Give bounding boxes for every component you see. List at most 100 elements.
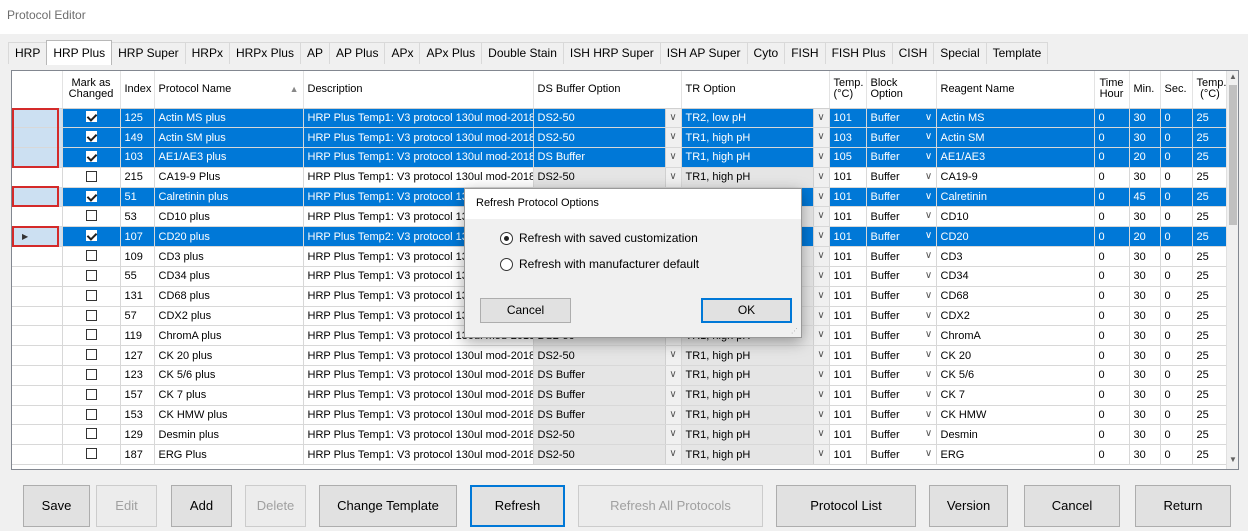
chevron-down-icon[interactable]: ∨	[922, 128, 936, 146]
tr-option-combo[interactable]: TR1, high pH ∨	[681, 127, 830, 149]
mark-changed-checkbox[interactable]	[62, 147, 121, 168]
chevron-down-icon[interactable]: ∨	[664, 385, 680, 405]
protocol-name-cell[interactable]: AE1/AE3 plus	[154, 147, 304, 168]
tab-special[interactable]: Special	[933, 42, 987, 64]
checkbox-icon[interactable]	[85, 131, 97, 143]
reagent-name-cell[interactable]: CK 20	[936, 345, 1095, 367]
time-hour-cell[interactable]: 0	[1094, 246, 1130, 268]
min-cell[interactable]: 45	[1129, 187, 1161, 208]
reagent-name-cell[interactable]: AE1/AE3	[936, 147, 1095, 168]
tab-fish-plus[interactable]: FISH Plus	[824, 42, 893, 64]
protocol-list-button[interactable]: Protocol List	[776, 485, 916, 527]
temp-2-cell[interactable]: 25	[1192, 405, 1229, 426]
refresh-all-protocols-button[interactable]: Refresh All Protocols	[578, 485, 763, 527]
temp-cell[interactable]: 101	[829, 206, 867, 228]
temp-cell[interactable]: 101	[829, 187, 867, 208]
sec-cell[interactable]: 0	[1160, 405, 1193, 426]
time-hour-cell[interactable]: 0	[1094, 444, 1130, 466]
col-sec[interactable]: Sec.	[1160, 71, 1193, 109]
col-description[interactable]: Description	[303, 71, 534, 109]
block-option-combo[interactable]: Buffer ∨	[866, 306, 937, 327]
version-button[interactable]: Version	[929, 485, 1008, 527]
protocol-name-cell[interactable]: CDX2 plus	[154, 306, 304, 327]
time-hour-cell[interactable]: 0	[1094, 345, 1130, 367]
row-header[interactable]	[12, 167, 63, 188]
row-header[interactable]	[12, 365, 63, 386]
temp-2-cell[interactable]: 25	[1192, 206, 1229, 228]
temp-2-cell[interactable]: 25	[1192, 108, 1229, 129]
temp-cell[interactable]: 101	[829, 325, 867, 347]
ds-buffer-combo[interactable]: DS2-50 ∨	[533, 127, 682, 149]
min-cell[interactable]: 30	[1129, 325, 1161, 347]
chevron-down-icon[interactable]: ∨	[922, 366, 936, 384]
block-option-combo[interactable]: Buffer ∨	[866, 167, 937, 188]
chevron-down-icon[interactable]: ∨	[922, 326, 936, 344]
tr-option-combo[interactable]: TR1, high pH ∨	[681, 424, 830, 446]
description-cell[interactable]: HRP Plus Temp1: V3 protocol 130ul mod-20…	[303, 167, 534, 188]
sec-cell[interactable]: 0	[1160, 108, 1193, 129]
temp-2-cell[interactable]: 25	[1192, 385, 1229, 406]
checkbox-icon[interactable]	[85, 428, 97, 440]
reagent-name-cell[interactable]: CD10	[936, 206, 1095, 228]
return-button[interactable]: Return	[1135, 485, 1231, 527]
delete-button[interactable]: Delete	[245, 485, 306, 527]
time-hour-cell[interactable]: 0	[1094, 187, 1130, 208]
tr-option-combo[interactable]: TR1, high pH ∨	[681, 345, 830, 367]
min-cell[interactable]: 30	[1129, 167, 1161, 188]
checkbox-icon[interactable]	[85, 111, 97, 123]
time-hour-cell[interactable]: 0	[1094, 147, 1130, 168]
chevron-down-icon[interactable]: ∨	[922, 346, 936, 364]
tab-double-stain[interactable]: Double Stain	[481, 42, 564, 64]
block-option-combo[interactable]: Buffer ∨	[866, 127, 937, 149]
sec-cell[interactable]: 0	[1160, 147, 1193, 168]
temp-2-cell[interactable]: 25	[1192, 147, 1229, 168]
ds-buffer-combo[interactable]: DS2-50 ∨	[533, 345, 682, 367]
tr-option-combo[interactable]: TR1, high pH ∨	[681, 385, 830, 406]
temp-cell[interactable]: 101	[829, 405, 867, 426]
sec-cell[interactable]: 0	[1160, 385, 1193, 406]
tab-hrp-plus[interactable]: HRP Plus	[46, 40, 113, 65]
mark-changed-checkbox[interactable]	[62, 325, 121, 347]
chevron-down-icon[interactable]: ∨	[812, 227, 828, 246]
sec-cell[interactable]: 0	[1160, 365, 1193, 386]
chevron-down-icon[interactable]: ∨	[812, 247, 828, 266]
table-row[interactable]: 103 AE1/AE3 plus HRP Plus Temp1: V3 protoc…	[12, 147, 1229, 168]
row-header[interactable]	[12, 345, 63, 367]
tr-option-combo[interactable]: TR1, high pH ∨	[681, 405, 830, 426]
row-header[interactable]	[12, 206, 63, 228]
reagent-name-cell[interactable]: Actin SM	[936, 127, 1095, 149]
description-cell[interactable]: HRP Plus Temp1: V3 protocol 130ul mod-20…	[303, 108, 534, 129]
chevron-down-icon[interactable]: ∨	[812, 405, 828, 424]
chevron-down-icon[interactable]: ∨	[922, 247, 936, 265]
ds-buffer-combo[interactable]: DS Buffer ∨	[533, 365, 682, 386]
table-row[interactable]: 215 CA19-9 Plus HRP Plus Temp1: V3 protoco…	[12, 167, 1229, 188]
tab-cish[interactable]: CISH	[891, 42, 935, 64]
temp-2-cell[interactable]: 25	[1192, 365, 1229, 386]
time-hour-cell[interactable]: 0	[1094, 405, 1130, 426]
checkbox-icon[interactable]	[85, 369, 97, 381]
min-cell[interactable]: 30	[1129, 405, 1161, 426]
chevron-down-icon[interactable]: ∨	[664, 128, 680, 147]
min-cell[interactable]: 20	[1129, 147, 1161, 168]
sec-cell[interactable]: 0	[1160, 167, 1193, 188]
table-row[interactable]: 123 CK 5/6 plus HRP Plus Temp1: V3 protoco…	[12, 365, 1229, 386]
chevron-down-icon[interactable]: ∨	[922, 188, 936, 206]
checkbox-icon[interactable]	[85, 408, 97, 420]
time-hour-cell[interactable]: 0	[1094, 266, 1130, 287]
chevron-down-icon[interactable]: ∨	[812, 108, 828, 127]
chevron-down-icon[interactable]: ∨	[664, 405, 680, 424]
min-cell[interactable]: 30	[1129, 385, 1161, 406]
mark-changed-checkbox[interactable]	[62, 306, 121, 327]
min-cell[interactable]: 30	[1129, 246, 1161, 268]
col-min[interactable]: Min.	[1129, 71, 1161, 109]
temp-cell[interactable]: 101	[829, 385, 867, 406]
min-cell[interactable]: 30	[1129, 286, 1161, 307]
sec-cell[interactable]: 0	[1160, 187, 1193, 208]
tr-option-combo[interactable]: TR1, high pH ∨	[681, 444, 830, 466]
block-option-combo[interactable]: Buffer ∨	[866, 444, 937, 466]
temp-2-cell[interactable]: 25	[1192, 444, 1229, 466]
tr-option-combo[interactable]: TR2, low pH ∨	[681, 108, 830, 129]
description-cell[interactable]: HRP Plus Temp1: V3 protocol 130ul mod-20…	[303, 345, 534, 367]
temp-cell[interactable]: 103	[829, 127, 867, 149]
reagent-name-cell[interactable]: ERG	[936, 444, 1095, 466]
